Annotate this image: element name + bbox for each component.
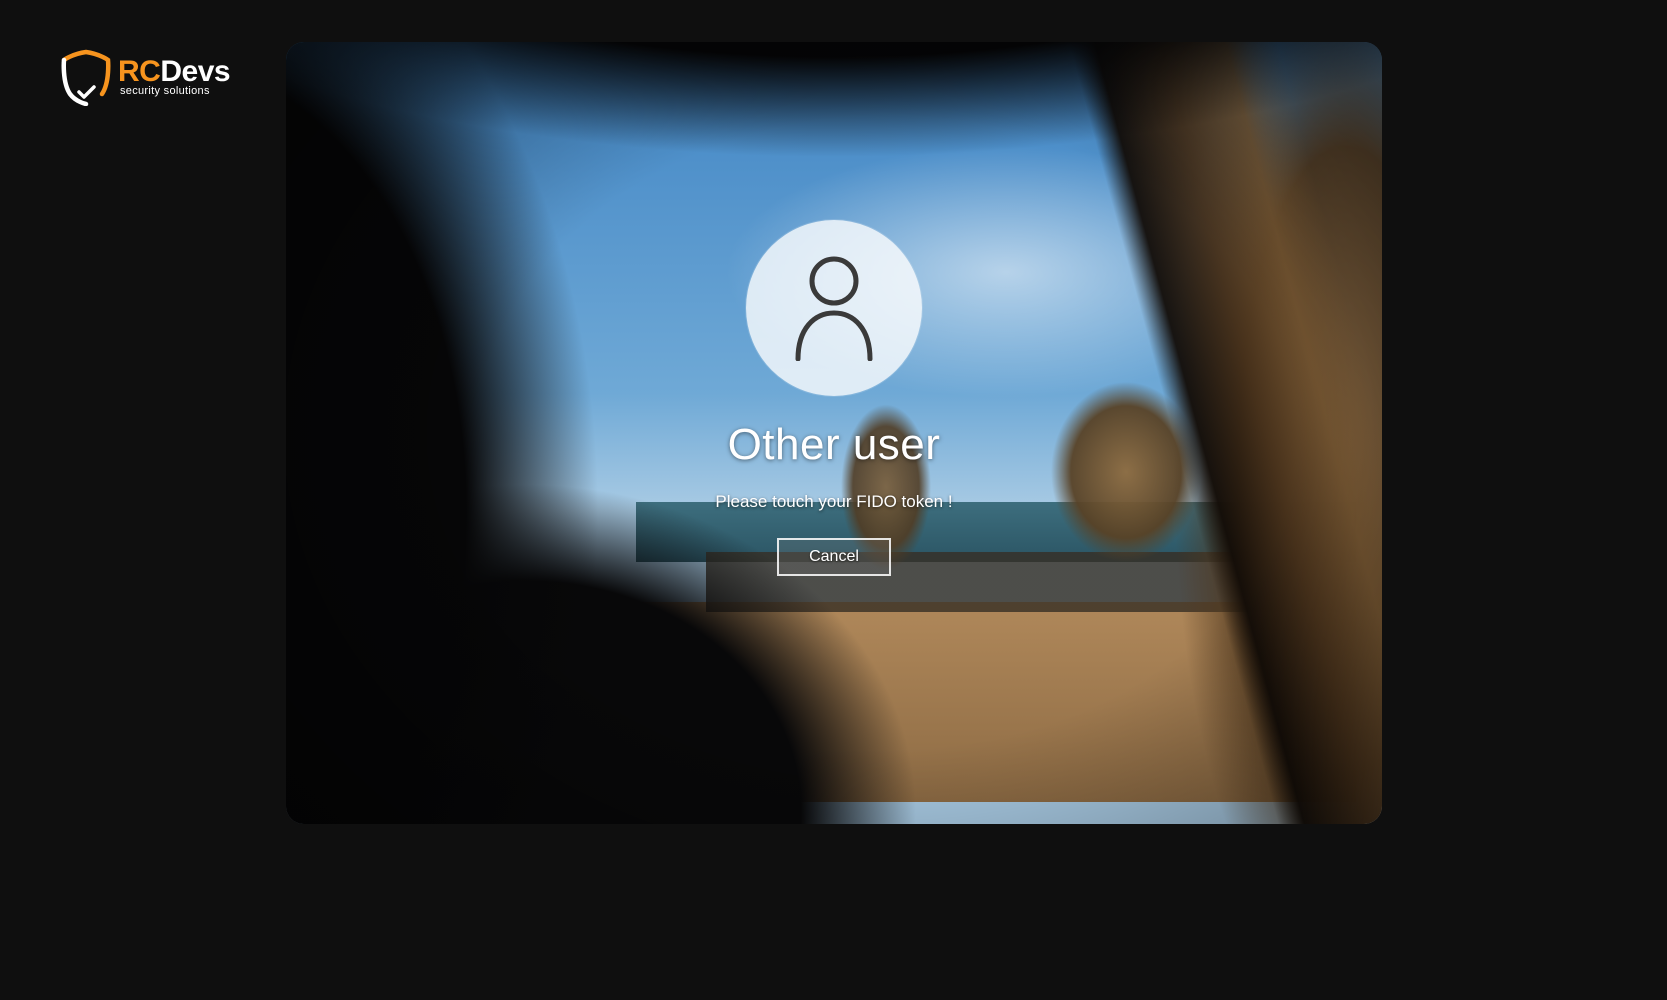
login-screenshot-frame: Other user Please touch your FIDO token … (286, 42, 1382, 824)
shield-icon (58, 48, 114, 106)
cancel-button[interactable]: Cancel (777, 538, 891, 576)
brand-name: RCDevs (118, 57, 230, 87)
brand-logo: RCDevs security solutions (58, 48, 230, 106)
user-icon (786, 251, 882, 366)
user-title: Other user (728, 420, 941, 470)
login-panel: Other user Please touch your FIDO token … (286, 42, 1382, 824)
fido-prompt-message: Please touch your FIDO token ! (715, 492, 952, 512)
user-avatar (746, 220, 922, 396)
brand-tagline: security solutions (120, 85, 230, 97)
